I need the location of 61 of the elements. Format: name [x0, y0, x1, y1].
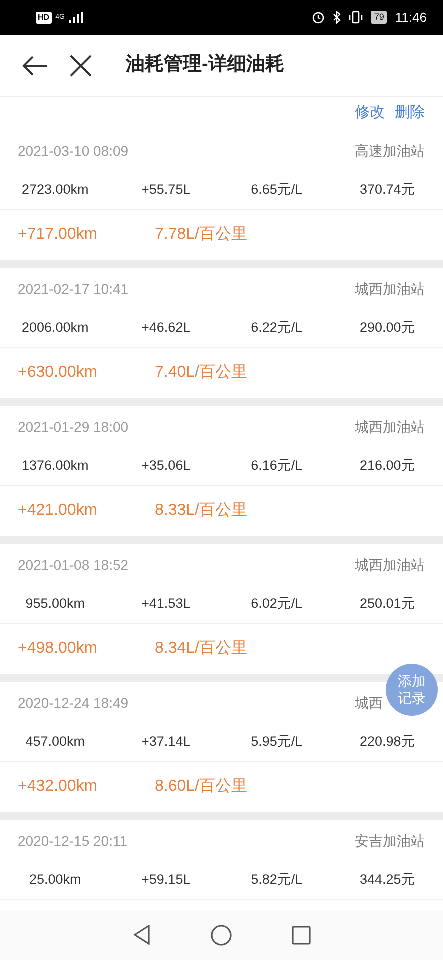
unit-price: 6.02元/L	[251, 596, 303, 612]
fuel-amount: +55.75L	[142, 182, 191, 198]
total-cost: 250.01元	[360, 596, 416, 612]
recents-nav-icon[interactable]	[292, 926, 310, 944]
signal-icon	[68, 12, 83, 23]
consumption-value: 8.60L/百公里	[155, 777, 248, 797]
consumption-value: 8.33L/百公里	[155, 501, 248, 521]
page-title: 油耗管理-详细油耗	[126, 52, 284, 78]
bluetooth-icon	[333, 11, 342, 24]
odometer-value: 1376.00km	[22, 458, 89, 474]
distance-value: +432.00km	[18, 778, 98, 795]
clock-time: 11:46	[395, 8, 427, 27]
fuel-amount: +59.15L	[142, 872, 191, 888]
record-datetime: 2020-12-15 20:11	[18, 832, 128, 850]
odometer-value: 2723.00km	[22, 182, 89, 198]
fuel-amount: +46.62L	[142, 320, 191, 336]
odometer-value: 25.00km	[29, 872, 82, 888]
unit-price: 6.16元/L	[251, 458, 303, 474]
total-cost: 344.25元	[360, 872, 416, 888]
back-nav-icon[interactable]	[132, 925, 150, 945]
consumption-value: 7.40L/百公里	[155, 363, 248, 383]
unit-price: 6.65元/L	[251, 182, 303, 198]
fuel-amount: +41.53L	[142, 596, 191, 612]
unit-price: 6.22元/L	[251, 320, 303, 336]
close-icon[interactable]	[70, 54, 92, 76]
station-name: 城西加油站	[355, 556, 425, 572]
total-cost: 216.00元	[360, 458, 416, 474]
record-datetime: 2021-03-10 08:09	[18, 142, 129, 160]
total-cost: 220.98元	[360, 734, 416, 750]
record-datetime: 2021-02-17 10:41	[18, 280, 129, 298]
battery-indicator: 79	[371, 10, 388, 24]
back-icon[interactable]	[22, 54, 48, 76]
fuel-amount: +37.14L	[142, 734, 191, 750]
home-nav-icon[interactable]	[210, 924, 232, 946]
unit-price: 5.95元/L	[251, 734, 303, 750]
record-datetime: 2021-01-08 18:52	[18, 556, 129, 574]
distance-value: +630.00km	[18, 364, 98, 381]
station-name: 城西	[355, 694, 383, 710]
action-link[interactable]: 删除	[395, 102, 425, 125]
odometer-value: 457.00km	[26, 734, 86, 750]
station-name: 城西加油站	[355, 280, 425, 296]
station-name: 城西加油站	[355, 418, 425, 434]
action-link[interactable]: 修改	[355, 102, 385, 125]
vibrate-icon	[349, 11, 364, 24]
station-name: 安吉加油站	[355, 832, 425, 848]
odometer-value: 2006.00km	[22, 320, 89, 336]
hd-indicator: HD	[36, 12, 52, 24]
total-cost: 370.74元	[360, 182, 416, 198]
station-name: 高速加油站	[355, 142, 425, 158]
odometer-value: 955.00km	[26, 596, 86, 612]
total-cost: 290.00元	[360, 320, 416, 336]
record-datetime: 2021-01-29 18:00	[18, 418, 129, 436]
unit-price: 5.82元/L	[251, 872, 303, 888]
distance-value: +498.00km	[18, 640, 98, 657]
alarm-icon	[312, 11, 326, 24]
record-datetime: 2020-12-24 18:49	[18, 694, 129, 712]
consumption-value: 7.78L/百公里	[155, 225, 248, 245]
fuel-amount: +35.06L	[142, 458, 191, 474]
distance-value: +717.00km	[18, 226, 98, 243]
consumption-value: 8.34L/百公里	[155, 639, 248, 659]
distance-value: +421.00km	[18, 502, 98, 519]
